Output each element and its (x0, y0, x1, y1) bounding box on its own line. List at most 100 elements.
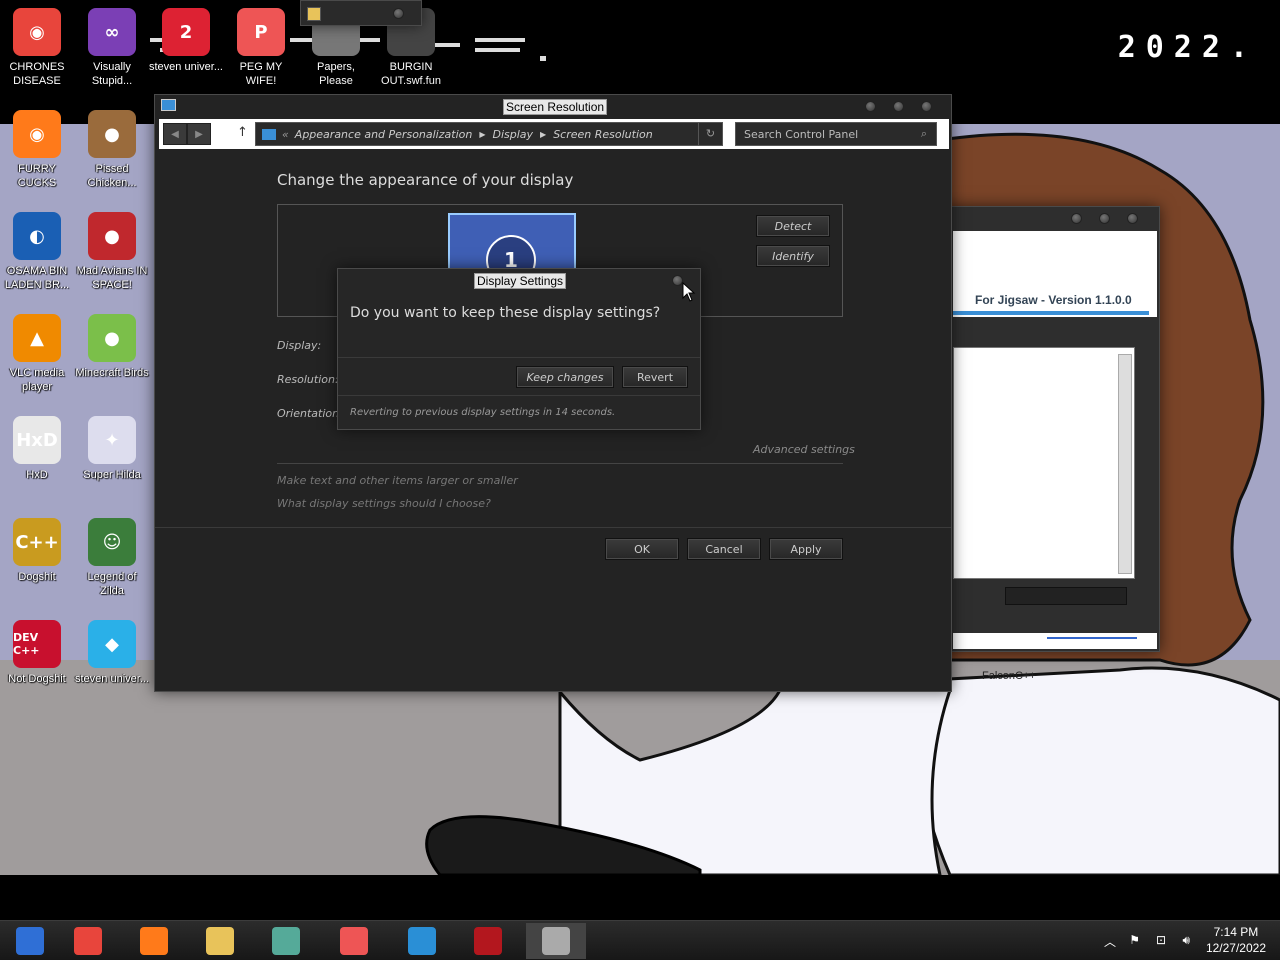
jigsaw-header: For Jigsaw - Version 1.1.0.0 (953, 231, 1157, 317)
divider (155, 527, 951, 528)
desktop-icon-label: Dogshit (18, 571, 56, 583)
desktop-icon-not-dogshit[interactable]: DEV C++ Not Dogshit (0, 620, 74, 686)
close-icon[interactable] (921, 101, 932, 112)
ok-button[interactable]: OK (605, 538, 679, 560)
taskbar-button-chrome[interactable] (58, 923, 118, 959)
desktop-icon-dogshit[interactable]: C++ Dogshit (0, 518, 74, 584)
peg-my-wife-icon: P (237, 8, 285, 56)
taskbar-button-game[interactable] (458, 923, 518, 959)
display-label: Display: (277, 339, 322, 352)
minimized-window[interactable] (300, 0, 422, 26)
desktop-icon-hxd[interactable]: HxD HxD (0, 416, 74, 482)
desktop-icon-chrome[interactable]: ◉ CHRONES DISEASE (0, 8, 74, 88)
forward-button[interactable]: ▶ (187, 123, 211, 145)
breadcrumb-display[interactable]: Display (492, 128, 533, 141)
network-icon[interactable]: ⊡ (1156, 933, 1166, 947)
control-panel-icon (161, 99, 176, 111)
firefox-icon: ◉ (13, 110, 61, 158)
page-heading: Change the appearance of your display (277, 171, 574, 189)
desktop-icon-steven-universe-gem[interactable]: ◆ steven univer... (75, 620, 149, 686)
desktop-icon-osama-bin-laden[interactable]: ◐ OSAMA BIN LADEN BR... (0, 212, 74, 292)
flag-icon[interactable]: ⚑ (1129, 933, 1140, 947)
scrollbar[interactable] (1118, 354, 1132, 574)
desktop-icon-label: steven univer... (75, 673, 149, 685)
desktop-icon-legend-of-zilda[interactable]: ☺ Legend of Zilda (75, 518, 149, 598)
revert-button[interactable]: Revert (622, 366, 688, 388)
taskbar-button-control-panel[interactable] (324, 923, 384, 959)
display-settings-icon (542, 927, 570, 955)
desktop-label-falcon[interactable]: FalconC++ (982, 670, 1036, 682)
desktop-icon-steven-universe-game[interactable]: 2 steven univer... (149, 8, 223, 74)
desktop-icon-visual-studio[interactable]: ∞ Visually Stupid... (75, 8, 149, 88)
desktop-icon-pissed-chicken[interactable]: ● Pissed Chicken... (75, 110, 149, 190)
breadcrumb-chevron-icon[interactable]: ▶ (479, 130, 485, 139)
minimize-icon[interactable] (1071, 213, 1082, 224)
desktop-icon-peg-my-wife[interactable]: P PEG MY WIFE! (224, 8, 298, 88)
resolution-label: Resolution: (277, 373, 339, 386)
steven-universe-game-icon: 2 (162, 8, 210, 56)
desktop-icon-label: HxD (26, 469, 48, 481)
window-button-icon[interactable] (393, 8, 404, 19)
desktop-icon-firefox[interactable]: ◉ FURRY CUCKS (0, 110, 74, 190)
breadcrumb-overflow[interactable]: « (282, 128, 289, 141)
clock[interactable]: 7:14 PM 12/27/2022 (1206, 924, 1266, 956)
taskbar-button-display-settings[interactable] (526, 923, 586, 959)
refresh-icon[interactable]: ↻ (698, 123, 722, 145)
desktop-icon-label: Papers, Please (317, 61, 355, 87)
search-icon[interactable]: ⌕ (913, 123, 935, 145)
jigsaw-window[interactable]: For Jigsaw - Version 1.1.0.0 (944, 206, 1160, 652)
minimize-icon[interactable] (865, 101, 876, 112)
keep-changes-button[interactable]: Keep changes (516, 366, 614, 388)
display-help-link[interactable]: What display settings should I choose? (277, 497, 491, 510)
advanced-settings-link[interactable]: Advanced settings (753, 443, 855, 456)
taskbar-button-firefox[interactable] (124, 923, 184, 959)
show-hidden-icons-icon[interactable]: ︿ (1104, 933, 1116, 950)
taskbar-button-users[interactable] (256, 923, 316, 959)
hxd-icon: HxD (13, 416, 61, 464)
taskbar-button-windows-logo[interactable] (0, 923, 60, 959)
taskbar-button-file-explorer[interactable] (190, 923, 250, 959)
jigsaw-list[interactable] (953, 347, 1135, 579)
divider (338, 395, 700, 396)
desktop-icon-label: Pissed Chicken... (87, 163, 137, 189)
legend-of-zilda-icon: ☺ (88, 518, 136, 566)
text-size-link[interactable]: Make text and other items larger or smal… (277, 474, 518, 487)
desktop-icon-label: Not Dogshit (8, 673, 66, 685)
file-explorer-icon (206, 927, 234, 955)
chrome-icon: ◉ (13, 8, 61, 56)
address-bar[interactable]: « Appearance and Personalization ▶ Displ… (255, 122, 723, 146)
volume-icon[interactable]: 🔊︎ (1182, 933, 1190, 948)
desktop-icon-minecraft-birds[interactable]: ● Minecraft Birds (75, 314, 149, 380)
monitor-1[interactable]: 1 (448, 213, 576, 285)
breadcrumb-chevron-icon[interactable]: ▶ (540, 130, 546, 139)
up-arrow-icon[interactable]: ↑ (237, 125, 248, 140)
desktop-icon-label: VLC media player (9, 367, 65, 393)
detect-button[interactable]: Detect (756, 215, 830, 237)
close-icon[interactable] (1127, 213, 1138, 224)
breadcrumb-appearance[interactable]: Appearance and Personalization (295, 128, 473, 141)
mad-avians-icon: ● (88, 212, 136, 260)
breadcrumb-screen-resolution[interactable]: Screen Resolution (553, 128, 653, 141)
taskbar-button-remote-desktop[interactable] (392, 923, 452, 959)
search-input[interactable]: Search Control Panel (735, 122, 937, 146)
clock-date: 12/27/2022 (1205, 941, 1266, 955)
navigation-bar: ◀ ▶ ↑ « Appearance and Personalization ▶… (159, 119, 949, 149)
cancel-button[interactable]: Cancel (687, 538, 761, 560)
desktop-icon-super-hilda[interactable]: ✦ Super Hilda (75, 416, 149, 482)
desktop-icon-label: Visually Stupid... (91, 61, 133, 87)
desktop-icon-mad-avians[interactable]: ● Mad Avians IN SPACE! (75, 212, 149, 292)
desktop-icon-label: steven univer... (149, 61, 223, 73)
divider (277, 463, 843, 464)
identify-button[interactable]: Identify (756, 245, 830, 267)
display-settings-dialog[interactable]: Display Settings Do you want to keep the… (337, 268, 701, 430)
revert-countdown: Reverting to previous display settings i… (350, 407, 616, 418)
back-button[interactable]: ◀ (163, 123, 187, 145)
link-underline[interactable] (1047, 637, 1137, 639)
divider (338, 357, 700, 358)
apply-button[interactable]: Apply (769, 538, 843, 560)
desktop-icon-vlc[interactable]: ▲ VLC media player (0, 314, 74, 394)
maximize-icon[interactable] (1099, 213, 1110, 224)
window-title: Screen Resolution (503, 99, 608, 115)
visual-studio-icon: ∞ (88, 8, 136, 56)
maximize-icon[interactable] (893, 101, 904, 112)
